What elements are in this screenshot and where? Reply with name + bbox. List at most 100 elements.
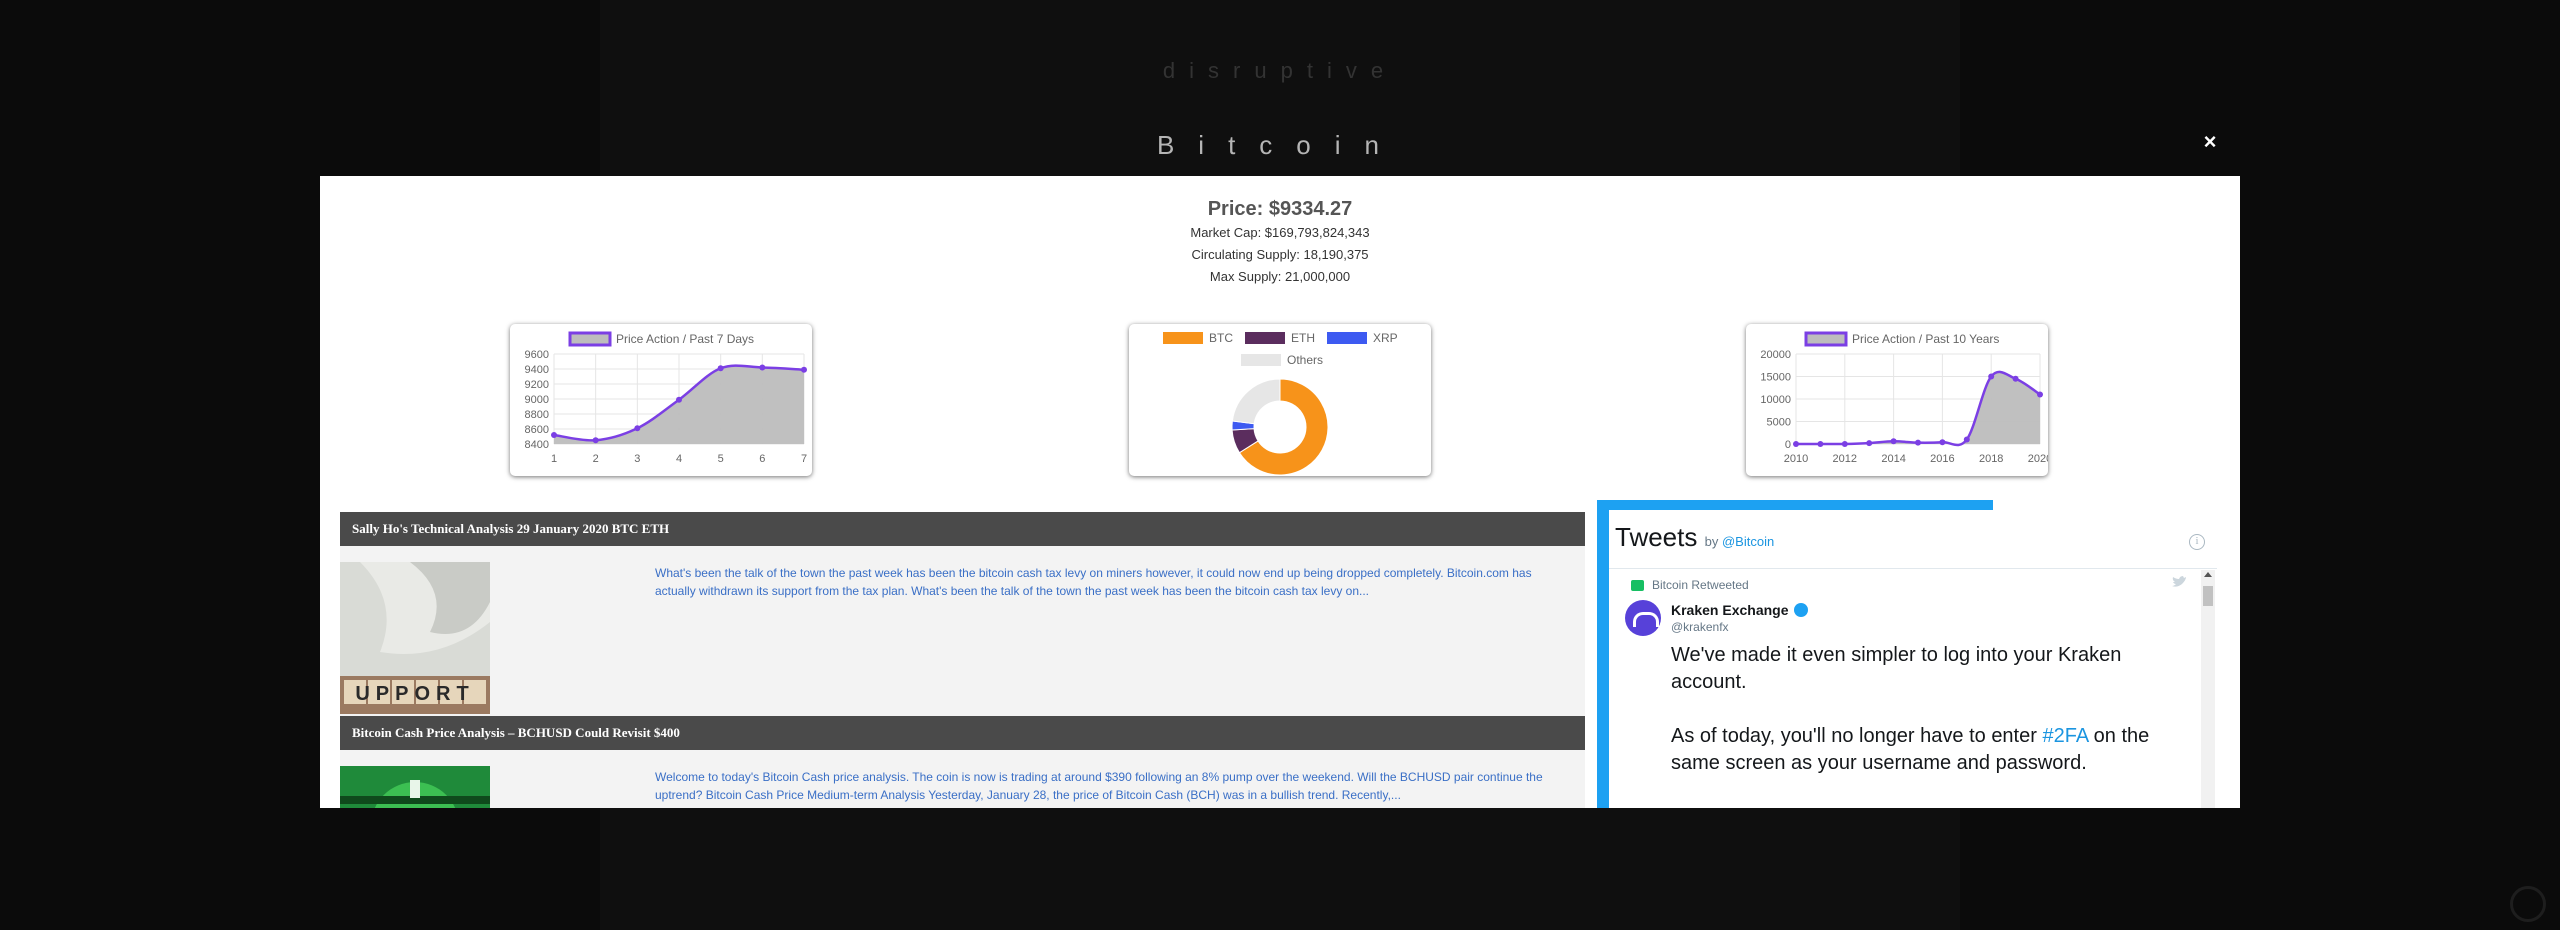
- verified-badge-icon: [1793, 603, 1808, 617]
- x-tick-label: 2014: [1881, 453, 1905, 465]
- tweets-by: by @Bitcoin: [1705, 534, 1775, 549]
- x-tick-label: 5: [718, 453, 724, 465]
- author-name[interactable]: Kraken Exchange: [1671, 602, 1808, 618]
- legend-label: Price Action / Past 7 Days: [616, 332, 754, 346]
- author-name-label: Kraken Exchange: [1671, 602, 1789, 618]
- circulating-supply: Circulating Supply: 18,190,375: [1191, 247, 1369, 262]
- max-supply: Max Supply: 21,000,000: [1209, 269, 1351, 284]
- chart-7d-svg: Price Action / Past 7 Days 8400 8600 8800 90…: [525, 331, 807, 465]
- legend-swatch: [1241, 354, 1281, 366]
- chart-price-7-days: Price Action / Past 7 Days 8400 8600 8800 90…: [510, 324, 812, 476]
- legend-label: ETH: [1291, 331, 1315, 345]
- y-tick-label: 8400: [525, 439, 549, 451]
- x-tick-label: 4: [676, 453, 682, 465]
- series-area: [1796, 371, 2040, 446]
- legend-label: Price Action / Past 10 Years: [1852, 332, 1999, 346]
- news-title[interactable]: Bitcoin Cash Price Analysis – BCHUSD Cou…: [340, 716, 1585, 750]
- y-tick-label: 9200: [525, 379, 549, 391]
- tweets-scrollbar[interactable]: [2201, 570, 2215, 808]
- data-point: [2037, 391, 2043, 398]
- legend-label: BTC: [1209, 331, 1233, 345]
- data-point: [1939, 439, 1946, 446]
- data-point: [759, 364, 766, 371]
- legend-swatch: [568, 331, 612, 347]
- data-point: [2012, 375, 2019, 382]
- chart-price-10-years: Price Action / Past 10 Years 0 5000 10000 15…: [1746, 324, 2048, 476]
- chart-market-dominance: BTC ETH XRP Others: [1129, 324, 1431, 476]
- news-feed: Sally Ho's Technical Analysis 29 January…: [340, 512, 1585, 808]
- data-point: [1793, 441, 1799, 447]
- tweet-paragraph: As of today, you'll no longer have to en…: [1671, 723, 2191, 777]
- y-tick-label: 9000: [525, 394, 549, 406]
- data-point: [592, 437, 599, 444]
- y-tick-label: 9600: [525, 349, 549, 361]
- info-icon[interactable]: i: [2189, 534, 2205, 550]
- news-thumbnail[interactable]: [340, 766, 490, 808]
- coin-modal: Price: $9334.27 Market Cap: $169,793,824…: [320, 176, 2240, 808]
- author-avatar[interactable]: [1625, 600, 1661, 636]
- twitter-left-bar: [1597, 510, 1609, 808]
- data-point: [1988, 373, 1995, 380]
- twitter-bird-icon[interactable]: [2171, 576, 2187, 589]
- tweets-heading: Tweets by @Bitcoin: [1615, 522, 1774, 553]
- data-point: [801, 366, 807, 373]
- chart-10y-svg: Price Action / Past 10 Years 0 5000 10000 15…: [1760, 331, 2048, 465]
- chart-dominance-svg: BTC ETH XRP Others: [1163, 331, 1398, 476]
- retweet-indicator: Bitcoin Retweeted: [1631, 578, 1749, 592]
- y-tick-label: 0: [1785, 439, 1791, 451]
- x-tick-label: 2: [593, 453, 599, 465]
- tweet-text: As of today, you'll no longer have to en…: [1671, 725, 2043, 747]
- author-handle[interactable]: @krakenfx: [1671, 620, 1729, 634]
- scrollbar-thumb[interactable]: [2203, 586, 2213, 606]
- tweet-paragraph: We've made it even simpler to log into y…: [1671, 644, 2122, 693]
- y-tick-label: 10000: [1760, 394, 1791, 406]
- data-point: [1817, 441, 1824, 447]
- twitter-widget: Tweets by @Bitcoin i Bitcoin Retweeted K…: [1609, 510, 2217, 808]
- news-item[interactable]: Bitcoin Cash Price Analysis – BCHUSD Cou…: [340, 716, 1585, 808]
- retweet-icon: [1631, 580, 1644, 592]
- data-point: [676, 396, 682, 403]
- news-excerpt[interactable]: What's been the talk of the town the pas…: [655, 564, 1555, 600]
- data-point: [1841, 440, 1848, 447]
- coin-title: Bitcoin: [1156, 130, 1404, 160]
- close-button[interactable]: ×: [2198, 130, 2222, 154]
- x-tick-label: 1: [551, 453, 557, 465]
- news-thumbnail[interactable]: UPPORT: [340, 562, 490, 714]
- x-tick-label: 2016: [1930, 453, 1954, 465]
- github-icon[interactable]: [2510, 886, 2546, 922]
- news-item[interactable]: Sally Ho's Technical Analysis 29 January…: [340, 512, 1585, 716]
- legend-swatch: [1163, 332, 1203, 344]
- data-point: [634, 425, 641, 432]
- legend-swatch: [1327, 332, 1367, 344]
- thumbnail-lettering: UPPORT: [355, 683, 474, 705]
- coin-summary: Price: $9334.27 Market Cap: $169,793,824…: [320, 196, 2240, 288]
- y-tick-label: 9400: [525, 364, 549, 376]
- y-tick-label: 8800: [525, 409, 549, 421]
- tweet-body: We've made it even simpler to log into y…: [1671, 642, 2191, 804]
- legend-label: Others: [1287, 353, 1323, 367]
- x-tick-label: 2012: [1833, 453, 1857, 465]
- hashtag-link[interactable]: #2FA: [2042, 725, 2088, 747]
- scroll-up-arrow-icon[interactable]: [2204, 572, 2212, 577]
- x-tick-label: 6: [759, 453, 765, 465]
- x-tick-label: 2010: [1784, 453, 1808, 465]
- data-point: [717, 365, 724, 372]
- news-excerpt[interactable]: Welcome to today's Bitcoin Cash price an…: [655, 768, 1555, 804]
- price-label: Price: $9334.27: [1207, 198, 1353, 220]
- data-point: [551, 432, 557, 438]
- legend-label: XRP: [1373, 331, 1398, 345]
- tweets-by-prefix: by: [1704, 534, 1719, 549]
- x-tick-label: 7: [801, 453, 807, 465]
- market-cap: Market Cap: $169,793,824,343: [1190, 225, 1370, 240]
- x-tick-label: 3: [634, 453, 640, 465]
- tweets-by-handle-link[interactable]: @Bitcoin: [1722, 534, 1774, 549]
- data-point: [1890, 438, 1897, 445]
- divider: [1609, 568, 2217, 569]
- tweets-heading-label: Tweets: [1615, 522, 1698, 552]
- site-brand: disruptive: [1162, 58, 1398, 83]
- news-title[interactable]: Sally Ho's Technical Analysis 29 January…: [340, 512, 1585, 546]
- x-tick-label: 2018: [1979, 453, 2003, 465]
- data-point: [1866, 440, 1873, 447]
- y-tick-label: 20000: [1760, 349, 1791, 361]
- retweet-label: Bitcoin Retweeted: [1652, 578, 1749, 592]
